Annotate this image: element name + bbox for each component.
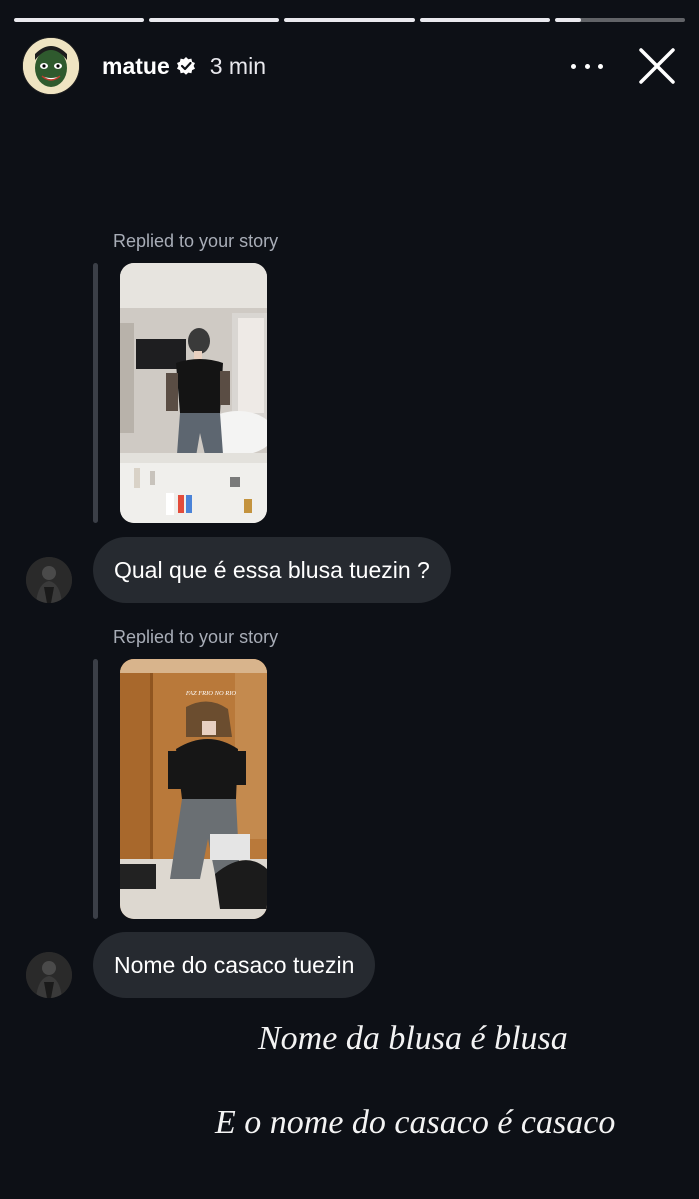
reply-bar <box>93 263 98 523</box>
sender-avatar[interactable] <box>26 952 72 998</box>
close-icon[interactable] <box>637 46 677 86</box>
story-time: 3 min <box>209 52 266 79</box>
story-thumbnail[interactable] <box>120 263 267 523</box>
story-thumbnail[interactable]: FAZ FRIO NO RIO <box>120 659 267 919</box>
story-progress <box>14 18 686 22</box>
reply-label: Replied to your story <box>113 627 279 647</box>
verified-badge-icon <box>176 56 196 76</box>
reply-label: Replied to your story <box>113 231 279 251</box>
message-bubble[interactable]: Nome do casaco tuezin <box>93 932 376 998</box>
progress-segment-current <box>554 18 686 22</box>
progress-segment <box>419 18 550 22</box>
story-header: matue 3 min <box>22 36 677 96</box>
caption-line-2: E o nome do casaco é casaco <box>215 1104 616 1141</box>
message-bubble[interactable]: Qual que é essa blusa tuezin ? <box>93 537 451 603</box>
username[interactable]: matue <box>102 53 170 80</box>
more-horizontal-icon[interactable] <box>571 56 603 76</box>
sender-avatar[interactable] <box>26 557 72 603</box>
avatar[interactable] <box>22 37 80 95</box>
story-overlay-text: FAZ FRIO NO RIO <box>185 690 237 697</box>
caption-line-1: Nome da blusa é blusa <box>258 1020 568 1057</box>
progress-segment <box>284 18 415 22</box>
progress-segment <box>149 18 280 22</box>
reply-bar <box>93 659 98 919</box>
progress-segment <box>14 18 145 22</box>
